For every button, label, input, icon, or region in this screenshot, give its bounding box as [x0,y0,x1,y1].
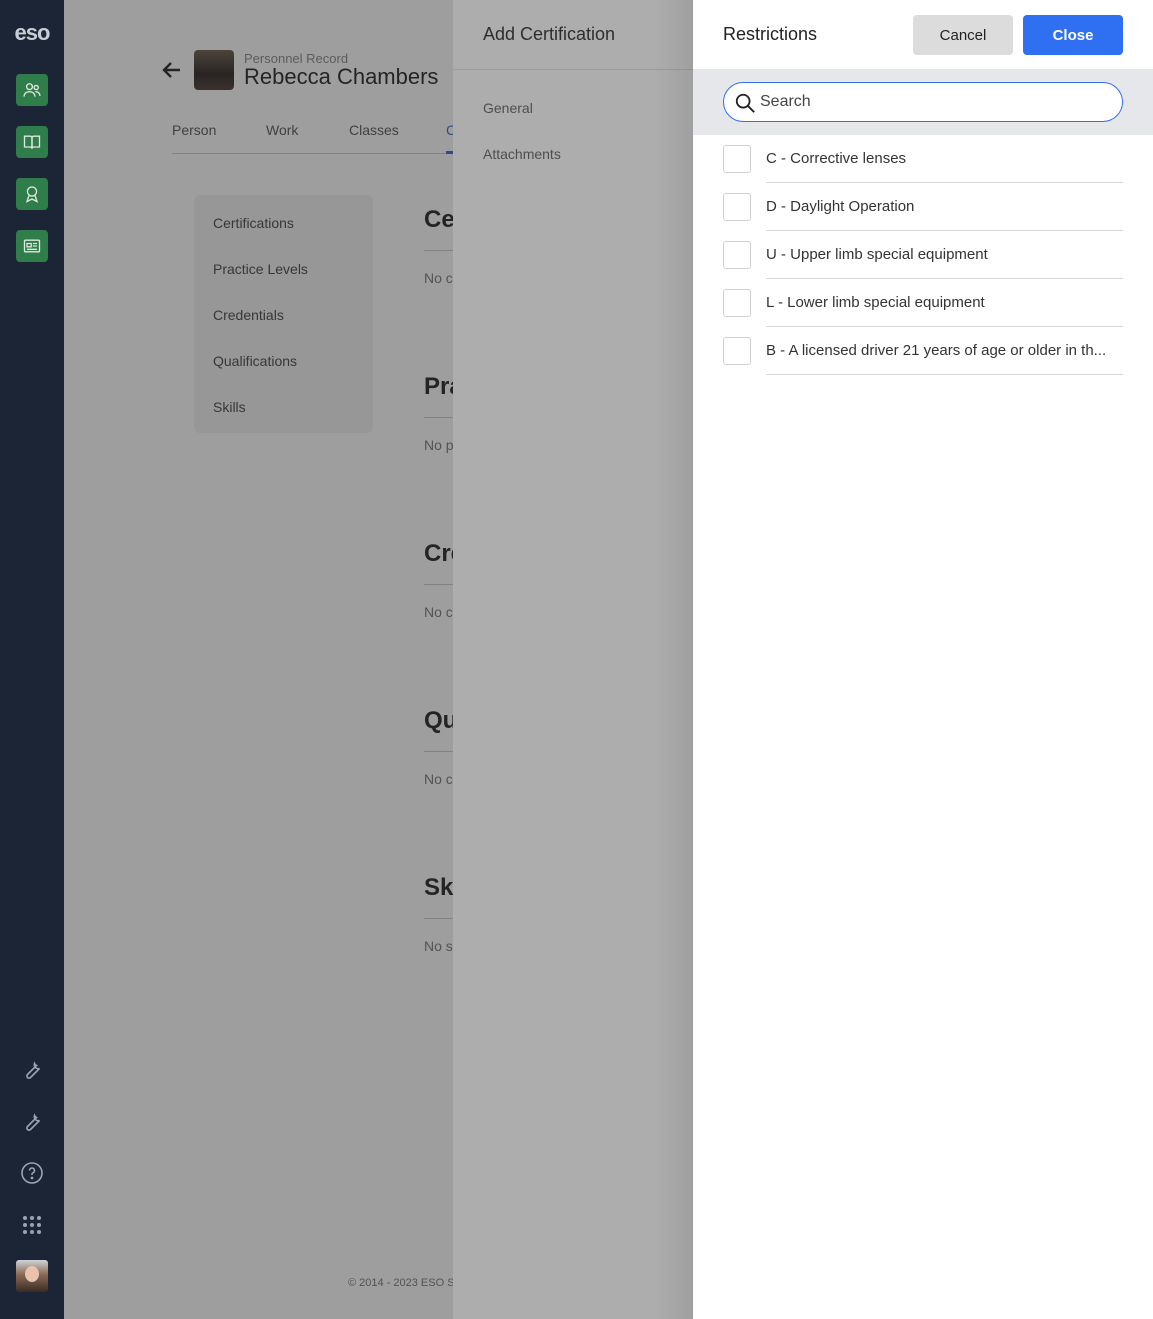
restriction-label: D - Daylight Operation [766,198,915,215]
divider [766,374,1123,375]
help-icon[interactable] [16,1157,48,1189]
newspaper-icon[interactable] [16,230,48,262]
restriction-option[interactable]: D - Daylight Operation [723,183,1123,231]
restriction-checkbox[interactable] [723,337,751,365]
restrictions-panel: Restrictions Cancel Close C - Corrective… [693,0,1153,1319]
wrench-icon[interactable] [16,1105,48,1137]
user-avatar[interactable] [16,1260,48,1292]
restrictions-title: Restrictions [723,24,818,44]
restriction-checkbox[interactable] [723,193,751,221]
panel-shadow [653,0,693,1319]
cancel-button[interactable]: Cancel [913,15,1013,55]
people-icon[interactable] [16,74,48,106]
restriction-label: L - Lower limb special equipment [766,294,985,311]
restriction-checkbox[interactable] [723,289,751,317]
restriction-option[interactable]: C - Corrective lenses [723,135,1123,183]
restriction-option[interactable]: U - Upper limb special equipment [723,231,1123,279]
close-button[interactable]: Close [1023,15,1123,55]
restriction-label: C - Corrective lenses [766,150,907,167]
restriction-label: B - A licensed driver 21 years of age or… [766,342,1107,359]
search-bar-area [693,69,1153,135]
apps-grid-icon[interactable] [16,1209,48,1241]
restriction-checkbox[interactable] [723,241,751,269]
restriction-checkbox[interactable] [723,145,751,173]
eso-logo: eso [14,20,51,45]
search-box[interactable] [723,82,1123,122]
restriction-option[interactable]: L - Lower limb special equipment [723,279,1123,327]
search-input[interactable] [760,89,1110,115]
book-icon[interactable] [16,126,48,158]
wrench-icon[interactable] [16,1053,48,1085]
award-icon[interactable] [16,178,48,210]
search-icon [735,93,755,113]
restriction-option[interactable]: B - A licensed driver 21 years of age or… [723,327,1123,375]
app-nav-rail: eso [0,0,64,1319]
restriction-label: U - Upper limb special equipment [766,246,988,263]
